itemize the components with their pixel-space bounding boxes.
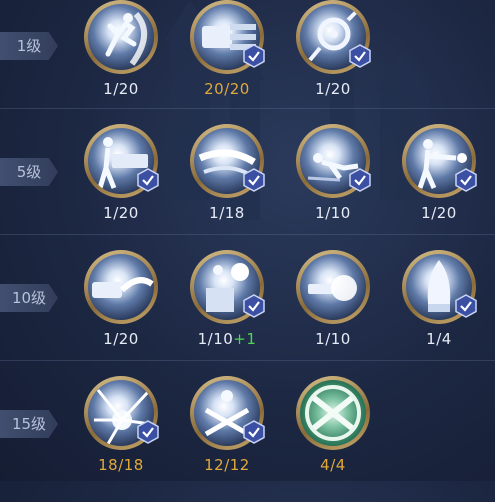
tier-level-15: 15级 18/18 12/12 4/4 <box>0 376 495 502</box>
tier-divider <box>0 108 495 109</box>
skill-slot[interactable]: 12/12 <box>190 376 265 474</box>
arm-cannon-icon <box>88 254 154 320</box>
skill-progress: 12/12 <box>204 456 250 474</box>
skill-slot[interactable]: 1/10 <box>296 250 370 348</box>
skill-progress: 1/20 <box>421 204 457 222</box>
shotgun-blast-icon <box>300 254 366 320</box>
check-badge-icon <box>349 168 371 192</box>
skill-slot[interactable]: 20/20 <box>190 0 265 98</box>
progress-value: 1/10 <box>197 330 234 348</box>
bonus-value: +1 <box>233 330 257 348</box>
skill-slot[interactable]: 1/20 <box>84 124 159 222</box>
skill-slot[interactable]: 1/18 <box>190 124 265 222</box>
check-badge-icon <box>455 168 477 192</box>
skill-progress: 18/18 <box>98 456 144 474</box>
check-badge-icon <box>137 168 159 192</box>
tier-divider <box>0 360 495 361</box>
check-badge-icon <box>243 294 265 318</box>
level-badge: 15级 <box>0 410 58 438</box>
skill-slot[interactable]: 1/20 <box>84 250 158 348</box>
skill-slot[interactable]: 1/20 <box>296 0 371 98</box>
skill-slot[interactable]: 4/4 <box>296 376 370 474</box>
crossed-guns-mastery-icon <box>300 380 366 446</box>
skill-slot[interactable]: 1/10+1 <box>190 250 265 348</box>
skill-progress: 4/4 <box>320 456 346 474</box>
level-badge: 1级 <box>0 32 58 60</box>
skill-progress: 1/4 <box>426 330 452 348</box>
skill-slot[interactable]: 1/20 <box>402 124 477 222</box>
skill-progress: 20/20 <box>204 80 250 98</box>
kick-strike-icon <box>88 4 154 70</box>
skill-progress: 1/20 <box>103 204 139 222</box>
check-badge-icon <box>349 44 371 68</box>
check-badge-icon <box>243 44 265 68</box>
skill-progress: 1/20 <box>103 80 139 98</box>
check-badge-icon <box>137 420 159 444</box>
tier-divider <box>0 234 495 235</box>
skill-slot[interactable]: 1/20 <box>84 0 158 98</box>
tier-level-10: 10级 1/20 1/10+1 1/10 1/4 <box>0 250 495 376</box>
skill-slot[interactable]: 1/10 <box>296 124 371 222</box>
skill-progress: 1/18 <box>209 204 245 222</box>
skill-progress: 1/10+1 <box>180 330 274 348</box>
check-badge-icon <box>243 420 265 444</box>
skill-progress: 1/20 <box>103 330 139 348</box>
check-badge-icon <box>243 168 265 192</box>
skill-progress: 1/10 <box>315 330 351 348</box>
level-badge: 10级 <box>0 284 58 312</box>
skill-slot[interactable]: 18/18 <box>84 376 159 474</box>
skill-slot[interactable]: 1/4 <box>402 250 477 348</box>
skill-progress: 1/20 <box>315 80 351 98</box>
tier-level-5: 5级 1/20 1/18 1/10 1/20 <box>0 124 495 250</box>
level-badge: 5级 <box>0 158 58 186</box>
skill-progress: 1/10 <box>315 204 351 222</box>
check-badge-icon <box>455 294 477 318</box>
